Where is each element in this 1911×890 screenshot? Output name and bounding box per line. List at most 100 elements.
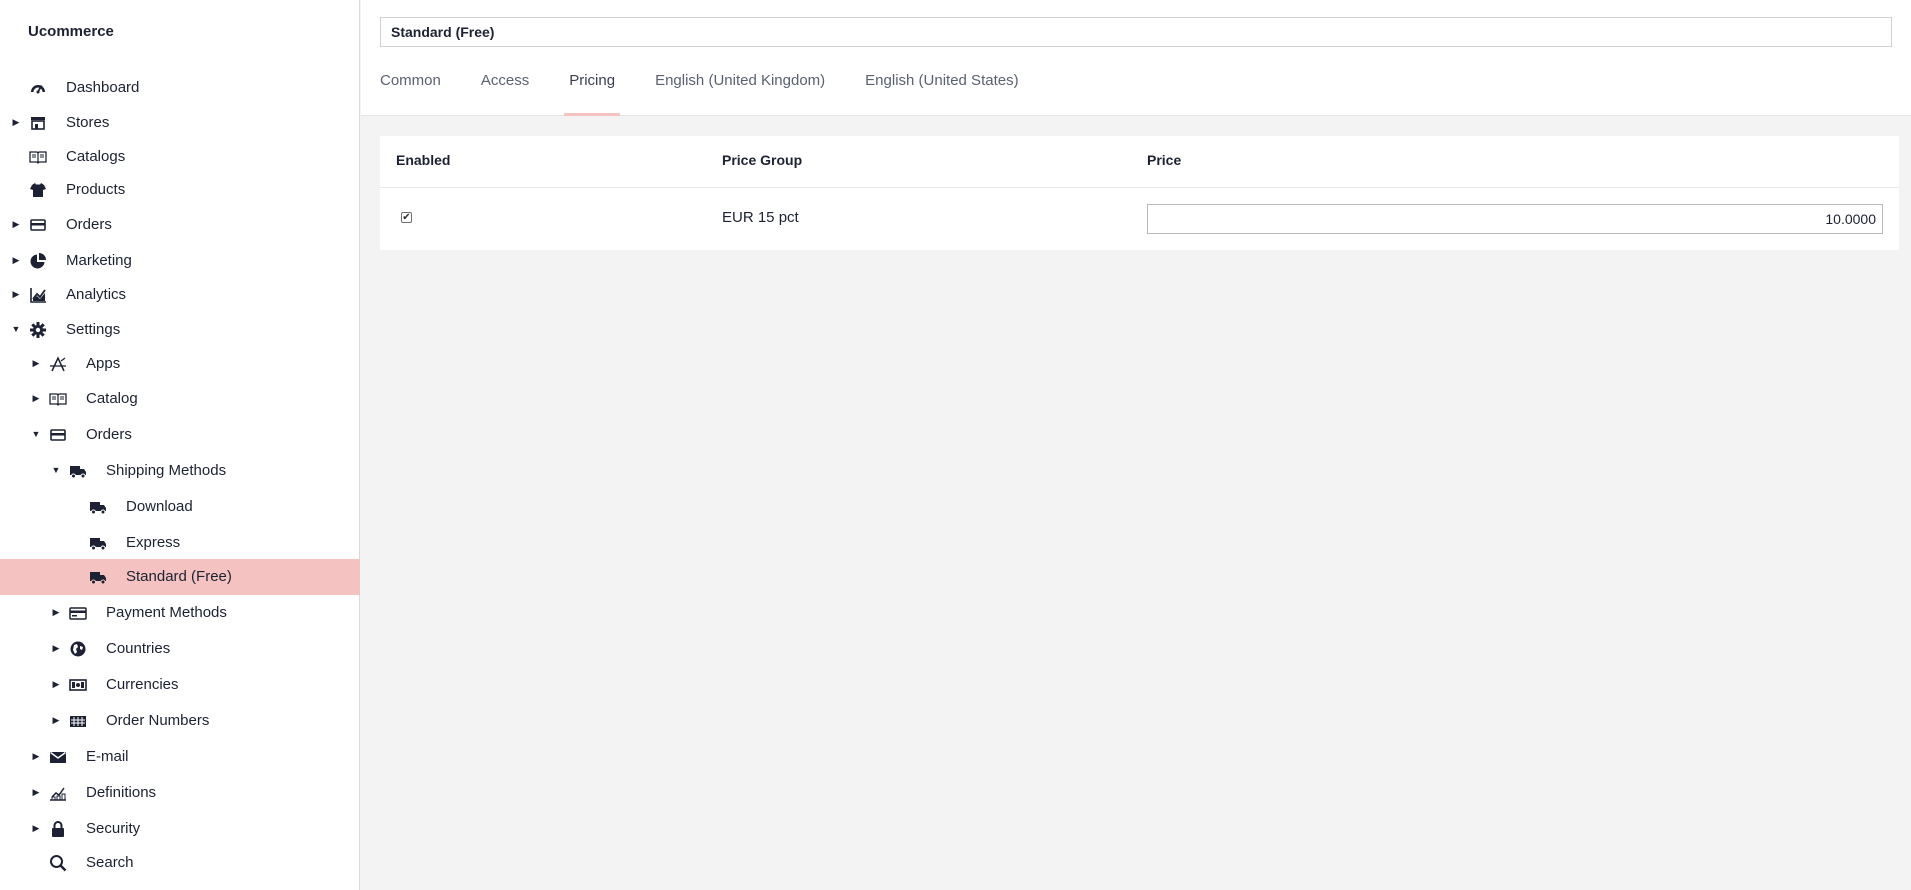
sidebar-item-label: Download (126, 498, 193, 515)
sidebar-item-express[interactable]: Express (0, 525, 360, 561)
expand-arrow-icon[interactable]: ▶ (31, 750, 41, 762)
shipping-method-name-input[interactable] (380, 17, 1892, 47)
expand-arrow-icon[interactable]: ▶ (31, 822, 41, 834)
sidebar-item-catalogs[interactable]: Catalogs (0, 139, 360, 175)
sidebar-item-orders[interactable]: ▶ Orders (0, 207, 360, 243)
sidebar-item-label: Marketing (66, 252, 132, 269)
line-chart-icon (29, 286, 47, 304)
card-icon (49, 426, 67, 444)
pricing-table: Enabled Price Group Price ✔ EUR 15 pct (380, 136, 1899, 250)
tab-common[interactable]: Common (380, 70, 441, 116)
sidebar-item-label: Apps (86, 355, 121, 372)
grid-icon (69, 712, 87, 730)
credit-card-icon (69, 604, 87, 622)
collapse-arrow-icon[interactable]: ▼ (51, 464, 61, 476)
expand-arrow-icon[interactable]: ▶ (51, 714, 61, 726)
sidebar-item-email[interactable]: ▶ E-mail (0, 739, 360, 775)
envelope-icon (49, 748, 67, 766)
book-icon (29, 148, 47, 166)
expand-arrow-icon[interactable]: ▶ (51, 642, 61, 654)
sidebar-item-analytics[interactable]: ▶ Analytics (0, 277, 360, 313)
sidebar-item-dashboard[interactable]: Dashboard (0, 70, 360, 106)
expand-arrow-icon[interactable]: ▶ (31, 357, 41, 369)
pie-chart-icon (29, 252, 47, 270)
sidebar-item-label: Definitions (86, 784, 157, 801)
sidebar-item-definitions[interactable]: ▶ Definitions (0, 775, 360, 811)
tab-english-united-kingdom[interactable]: English (United Kingdom) (655, 70, 825, 116)
column-header-enabled: Enabled (396, 152, 451, 168)
sidebar-item-payment-methods[interactable]: ▶ Payment Methods (0, 595, 360, 631)
sidebar-item-search[interactable]: Search (0, 845, 360, 881)
sidebar-item-currencies[interactable]: ▶ Currencies (0, 667, 360, 703)
gear-icon (29, 321, 47, 339)
sidebar-item-countries[interactable]: ▶ Countries (0, 631, 360, 667)
sidebar-item-apps[interactable]: ▶ Apps (0, 346, 360, 382)
truck-icon (89, 568, 107, 586)
column-header-price: Price (1147, 152, 1182, 168)
editor-header: Common Access Pricing English (United Ki… (361, 0, 1911, 116)
sidebar-item-label: Orders (66, 216, 112, 233)
tab-access[interactable]: Access (481, 70, 529, 116)
store-icon (29, 114, 47, 132)
sidebar-item-label: Stores (66, 114, 110, 131)
sidebar-item-standard-free[interactable]: Standard (Free) (0, 559, 360, 595)
sidebar-item-settings[interactable]: ▼ Settings (0, 312, 360, 348)
tab-bar: Common Access Pricing English (United Ki… (380, 70, 1059, 116)
sidebar-item-label: Analytics (66, 286, 127, 303)
collapse-arrow-icon[interactable]: ▼ (31, 428, 41, 440)
sidebar-item-order-numbers[interactable]: ▶ Order Numbers (0, 703, 360, 739)
sidebar-item-label: Catalogs (66, 148, 126, 165)
expand-arrow-icon[interactable]: ▶ (31, 786, 41, 798)
sidebar-item-stores[interactable]: ▶ Stores (0, 105, 360, 141)
truck-icon (69, 462, 87, 480)
expand-arrow-icon[interactable]: ▶ (11, 254, 21, 266)
money-icon (69, 676, 87, 694)
tab-pricing[interactable]: Pricing (564, 70, 620, 116)
sidebar-item-label: Catalog (86, 390, 138, 407)
sidebar-item-label: Dashboard (66, 79, 140, 96)
sidebar-item-orders-settings[interactable]: ▼ Orders (0, 417, 360, 453)
sidebar: Ucommerce Dashboard ▶ Stores Catalogs Pr… (0, 0, 360, 890)
price-group-cell: EUR 15 pct (722, 209, 799, 226)
card-icon (29, 216, 47, 234)
truck-icon (89, 498, 107, 516)
sidebar-item-marketing[interactable]: ▶ Marketing (0, 243, 360, 279)
sidebar-item-label: Settings (66, 321, 121, 338)
sidebar-item-label: Countries (106, 640, 171, 657)
sidebar-item-download[interactable]: Download (0, 489, 360, 525)
sidebar-item-label: Products (66, 181, 126, 198)
sidebar-item-label: Standard (Free) (126, 568, 232, 585)
sidebar-item-label: E-mail (86, 748, 129, 765)
globe-icon (69, 640, 87, 658)
expand-arrow-icon[interactable]: ▶ (51, 678, 61, 690)
search-icon (49, 854, 67, 872)
sidebar-item-label: Payment Methods (106, 604, 227, 621)
expand-arrow-icon[interactable]: ▶ (11, 218, 21, 230)
truck-icon (89, 534, 107, 552)
expand-arrow-icon[interactable]: ▶ (31, 392, 41, 404)
sidebar-item-label: Order Numbers (106, 712, 210, 729)
dashboard-icon (29, 79, 47, 97)
sidebar-item-security[interactable]: ▶ Security (0, 811, 360, 847)
column-header-price-group: Price Group (722, 152, 803, 168)
expand-arrow-icon[interactable]: ▶ (11, 288, 21, 300)
expand-arrow-icon[interactable]: ▶ (11, 116, 21, 128)
brand-logo[interactable]: Ucommerce (28, 23, 114, 40)
collapse-arrow-icon[interactable]: ▼ (11, 323, 21, 335)
sidebar-item-label: Security (86, 820, 141, 837)
table-divider (380, 187, 1899, 188)
tab-english-united-states[interactable]: English (United States) (865, 70, 1018, 116)
sidebar-item-shipping-methods[interactable]: ▼ Shipping Methods (0, 453, 360, 489)
sidebar-item-label: Search (86, 854, 134, 871)
apps-icon (49, 355, 67, 373)
sidebar-item-label: Shipping Methods (106, 462, 227, 479)
enabled-checkbox[interactable]: ✔ (401, 212, 412, 223)
definitions-icon (49, 784, 67, 802)
book-icon (49, 390, 67, 408)
sidebar-item-label: Currencies (106, 676, 179, 693)
expand-arrow-icon[interactable]: ▶ (51, 606, 61, 618)
sidebar-item-catalog[interactable]: ▶ Catalog (0, 381, 360, 417)
main-content: Common Access Pricing English (United Ki… (361, 0, 1911, 890)
sidebar-item-products[interactable]: Products (0, 172, 360, 208)
price-input[interactable] (1147, 204, 1883, 234)
